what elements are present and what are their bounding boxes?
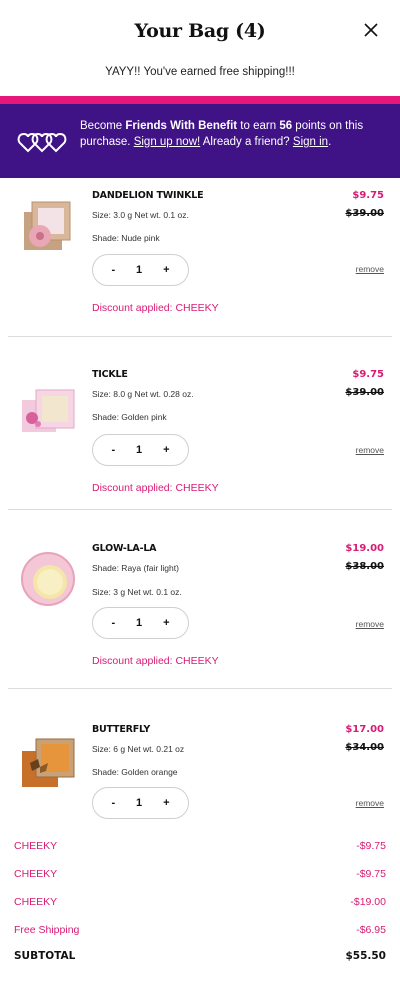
quantity-stepper: - 1 +: [92, 434, 189, 466]
promo-text-part: Become: [80, 120, 126, 132]
discount-amount: -$9.75: [356, 840, 386, 852]
cart-item: DANDELION TWINKLE Size: 3.0 g Net wt. 0.…: [0, 178, 400, 336]
page-title: Your Bag (4): [134, 20, 266, 42]
original-price: $38.00: [345, 561, 384, 572]
accent-bar: [0, 96, 400, 104]
orange-box-icon: [22, 738, 75, 787]
pink-compact-icon: [24, 201, 71, 250]
item-name: TICKLE: [92, 369, 128, 380]
item-shade: Shade: Raya (fair light): [92, 563, 179, 573]
promo-text: Become Friends With Benefit to earn 56 p…: [80, 118, 385, 150]
loyalty-promo-banner: Become Friends With Benefit to earn 56 p…: [0, 104, 400, 178]
discount-label: Discount applied: CHEEKY: [92, 302, 219, 314]
quantity-stepper: - 1 +: [92, 607, 189, 639]
promo-text-part: to earn: [237, 120, 280, 132]
item-size: Size: 6 g Net wt. 0.21 oz: [92, 744, 185, 754]
shipping-amount: -$6.95: [356, 924, 386, 936]
hearts-logo-icon: [17, 132, 67, 153]
sale-price: $9.75: [352, 369, 384, 380]
cart-item: BUTTERFLY Size: 6 g Net wt. 0.21 oz Shad…: [0, 689, 400, 829]
decrease-quantity-button[interactable]: -: [111, 444, 115, 456]
quantity-value: 1: [136, 797, 143, 809]
sale-price: $19.00: [345, 543, 384, 554]
remove-link[interactable]: remove: [356, 798, 384, 808]
original-price: $34.00: [345, 742, 384, 753]
subtotal-value: $55.50: [345, 950, 386, 962]
item-size: Size: 3.0 g Net wt. 0.1 oz.: [92, 210, 189, 220]
sign-up-link[interactable]: Sign up now!: [134, 136, 201, 148]
sale-price: $17.00: [345, 724, 384, 735]
discount-label: Discount applied: CHEEKY: [92, 655, 219, 667]
decrease-quantity-button[interactable]: -: [111, 617, 115, 629]
item-shade: Shade: Golden orange: [92, 767, 178, 777]
original-price: $39.00: [345, 387, 384, 398]
free-shipping-message: YAYY!! You've earned free shipping!!!: [105, 66, 295, 78]
discount-name: CHEEKY: [14, 868, 58, 880]
increase-quantity-button[interactable]: +: [163, 444, 169, 456]
item-name: BUTTERFLY: [92, 724, 151, 735]
increase-quantity-button[interactable]: +: [163, 617, 169, 629]
increase-quantity-button[interactable]: +: [163, 797, 169, 809]
discount-name: CHEEKY: [14, 840, 58, 852]
quantity-value: 1: [136, 444, 143, 456]
item-name: DANDELION TWINKLE: [92, 190, 204, 201]
promo-text-part: .: [328, 136, 332, 148]
discount-amount: -$9.75: [356, 868, 386, 880]
bag-header: Your Bag (4): [0, 0, 400, 60]
subtotal-label: SUBTOTAL: [14, 950, 76, 962]
points-count: 56: [279, 120, 293, 132]
close-icon[interactable]: [360, 19, 382, 41]
remove-link[interactable]: remove: [356, 445, 384, 455]
decrease-quantity-button[interactable]: -: [111, 797, 115, 809]
sale-price: $9.75: [352, 190, 384, 201]
shipping-label: Free Shipping: [14, 924, 80, 936]
remove-link[interactable]: remove: [356, 619, 384, 629]
discount-amount: -$19.00: [350, 896, 386, 908]
decrease-quantity-button[interactable]: -: [111, 264, 115, 276]
item-size: Size: 8.0 g Net wt. 0.28 oz.: [92, 389, 194, 399]
increase-quantity-button[interactable]: +: [163, 264, 169, 276]
sign-in-link[interactable]: Sign in: [293, 136, 328, 148]
cart-item: TICKLE Size: 8.0 g Net wt. 0.28 oz. Shad…: [0, 337, 400, 509]
item-name: GLOW-LA-LA: [92, 543, 157, 554]
quantity-value: 1: [136, 264, 143, 276]
promo-text-part: Already a friend?: [200, 136, 293, 148]
quantity-stepper: - 1 +: [92, 254, 189, 286]
item-shade: Shade: Nude pink: [92, 233, 160, 243]
cart-item: GLOW-LA-LA Shade: Raya (fair light) Size…: [0, 510, 400, 688]
program-name: Friends With Benefit: [125, 120, 238, 132]
quantity-value: 1: [136, 617, 143, 629]
original-price: $39.00: [345, 208, 384, 219]
cushion-compact-icon: [21, 552, 75, 606]
item-size: Size: 3 g Net wt. 0.1 oz.: [92, 587, 182, 597]
item-shade: Shade: Golden pink: [92, 412, 167, 422]
remove-link[interactable]: remove: [356, 264, 384, 274]
quantity-stepper: - 1 +: [92, 787, 189, 819]
discount-label: Discount applied: CHEEKY: [92, 482, 219, 494]
discount-name: CHEEKY: [14, 896, 58, 908]
pink-box-icon: [22, 389, 75, 432]
